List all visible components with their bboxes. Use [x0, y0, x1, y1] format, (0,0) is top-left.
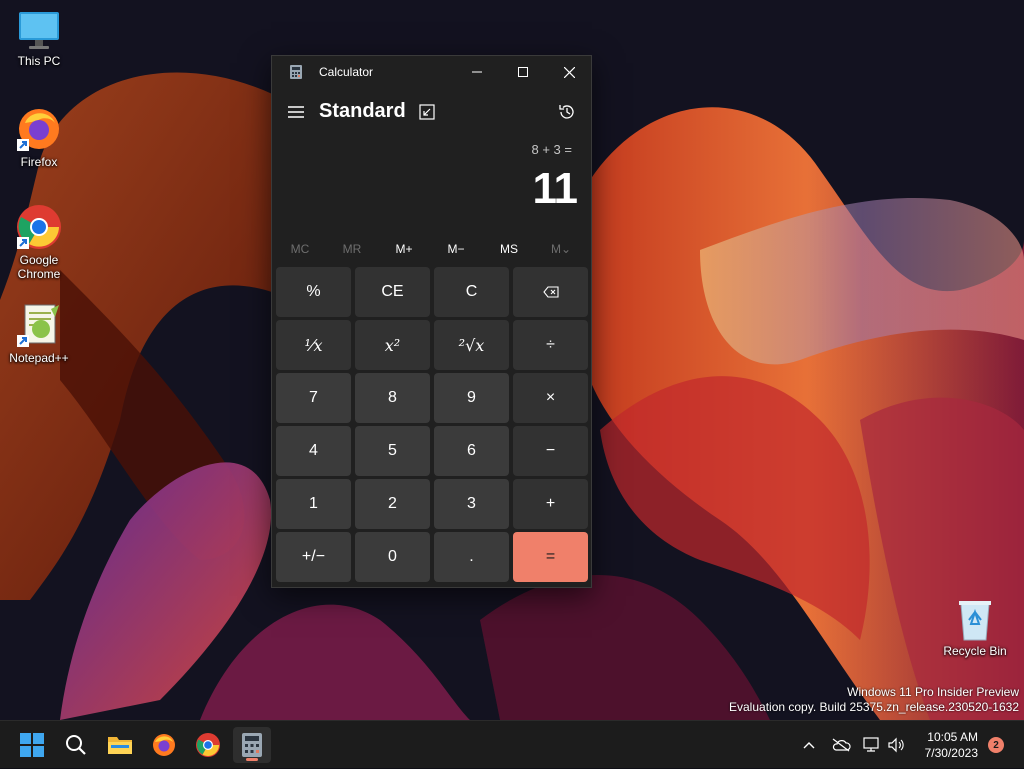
calculator-icon: [242, 733, 262, 757]
desktop-icon-firefox[interactable]: Firefox: [4, 105, 74, 169]
mode-title: Standard: [319, 100, 406, 122]
subtract-button[interactable]: −: [513, 426, 588, 476]
firefox-icon: [153, 734, 175, 756]
search-icon: [66, 735, 86, 755]
square-root-button[interactable]: ²√x: [434, 320, 509, 370]
reciprocal-button[interactable]: ¹⁄x: [276, 320, 351, 370]
close-icon: [563, 66, 575, 78]
memory-list-button[interactable]: M⌄: [536, 242, 586, 256]
taskbar: 10:05 AM 7/30/2023 2: [0, 720, 1024, 768]
navigation-menu-button[interactable]: [284, 102, 308, 122]
watermark-line: Evaluation copy. Build 25375.zn_release.…: [729, 700, 1019, 714]
clear-entry-button[interactable]: CE: [355, 267, 430, 317]
show-hidden-icons-button[interactable]: [798, 721, 820, 769]
add-button[interactable]: +: [513, 479, 588, 529]
windows-watermark: Windows 11 Pro Insider Preview Evaluatio…: [729, 685, 1019, 715]
file-explorer-taskbar-button[interactable]: [101, 727, 139, 763]
recycle-bin-icon: [959, 601, 991, 641]
desktop-icon-notepad-plus-plus[interactable]: Notepad++: [4, 303, 74, 365]
divide-button[interactable]: ÷: [513, 320, 588, 370]
keep-on-top-button[interactable]: [417, 102, 437, 122]
search-button[interactable]: [57, 727, 95, 763]
active-app-indicator: [246, 758, 258, 761]
result-display: 11: [532, 164, 578, 213]
digit-2-button[interactable]: 2: [355, 479, 430, 529]
keep-on-top-icon: [419, 104, 435, 120]
memory-recall-button[interactable]: MR: [327, 242, 377, 256]
digit-5-button[interactable]: 5: [355, 426, 430, 476]
hamburger-menu-icon: [288, 106, 304, 118]
clock-date: 7/30/2023: [924, 746, 978, 760]
cloud-offline-icon: [832, 738, 851, 752]
square-button[interactable]: x²: [355, 320, 430, 370]
digit-6-button[interactable]: 6: [434, 426, 509, 476]
multiply-button[interactable]: ×: [513, 373, 588, 423]
volume-icon: [888, 737, 904, 753]
calculator-app-icon: [290, 65, 302, 79]
calculator-header: Standard: [272, 94, 591, 130]
calculator-taskbar-button[interactable]: [233, 727, 271, 763]
title-bar[interactable]: Calculator: [272, 56, 591, 88]
chrome-icon: [17, 205, 61, 249]
network-icon: [863, 737, 879, 752]
digit-1-button[interactable]: 1: [276, 479, 351, 529]
decimal-button[interactable]: .: [434, 532, 509, 582]
desktop-icon-this-pc[interactable]: This PC: [4, 10, 74, 68]
chevron-up-icon: [803, 742, 815, 749]
memory-clear-button[interactable]: MC: [275, 242, 325, 256]
negate-button[interactable]: +/−: [276, 532, 351, 582]
chrome-icon: [196, 733, 220, 757]
digit-9-button[interactable]: 9: [434, 373, 509, 423]
percent-button[interactable]: %: [276, 267, 351, 317]
watermark-line: Windows 11 Pro Insider Preview: [847, 685, 1019, 699]
memory-store-button[interactable]: MS: [484, 242, 534, 256]
clear-button[interactable]: C: [434, 267, 509, 317]
digit-4-button[interactable]: 4: [276, 426, 351, 476]
history-icon: [559, 105, 574, 119]
start-icon: [20, 733, 44, 757]
desktop-icon-recycle-bin[interactable]: Recycle Bin: [940, 598, 1010, 658]
desktop-icon-label: Recycle Bin: [943, 644, 1007, 658]
close-button[interactable]: [546, 56, 592, 88]
desktop-icon-label: Firefox: [20, 155, 58, 169]
minimize-button[interactable]: [454, 56, 500, 88]
onedrive-tray-button[interactable]: [828, 721, 854, 769]
desktop-icon-label: Notepad++: [9, 351, 69, 365]
calculator-window[interactable]: Calculator Standard 8 + 3 = 11 MC MR M+ …: [271, 55, 592, 588]
history-button[interactable]: [555, 100, 579, 124]
firefox-taskbar-button[interactable]: [145, 727, 183, 763]
desktop-icon-label: This PC: [17, 54, 61, 68]
monitor-icon: [19, 12, 59, 49]
backspace-button[interactable]: [513, 267, 588, 317]
chrome-taskbar-button[interactable]: [189, 727, 227, 763]
digit-7-button[interactable]: 7: [276, 373, 351, 423]
equals-button[interactable]: =: [513, 532, 588, 582]
digit-8-button[interactable]: 8: [355, 373, 430, 423]
network-tray-button[interactable]: [860, 721, 884, 769]
expression-display: 8 + 3 =: [531, 142, 572, 157]
volume-tray-button[interactable]: [884, 721, 908, 769]
maximize-button[interactable]: [500, 56, 546, 88]
start-button[interactable]: [13, 727, 51, 763]
digit-3-button[interactable]: 3: [434, 479, 509, 529]
notepad-plus-plus-icon: [17, 304, 59, 347]
maximize-icon: [518, 67, 528, 77]
minimize-icon: [472, 71, 482, 73]
memory-add-button[interactable]: M+: [379, 242, 429, 256]
desktop-icon-google-chrome[interactable]: Google Chrome: [4, 203, 74, 281]
digit-0-button[interactable]: 0: [355, 532, 430, 582]
firefox-icon: [17, 109, 59, 151]
file-explorer-icon: [108, 737, 132, 754]
memory-subtract-button[interactable]: M−: [431, 242, 481, 256]
desktop-icon-label: Google Chrome: [17, 253, 61, 281]
notification-badge[interactable]: 2: [988, 737, 1004, 753]
clock[interactable]: 10:05 AM 7/30/2023: [925, 729, 978, 761]
window-title: Calculator: [319, 65, 374, 79]
backspace-icon: [542, 286, 559, 298]
clock-time: 10:05 AM: [927, 730, 978, 744]
memory-row: MC MR M+ M− MS M⌄: [272, 238, 591, 262]
